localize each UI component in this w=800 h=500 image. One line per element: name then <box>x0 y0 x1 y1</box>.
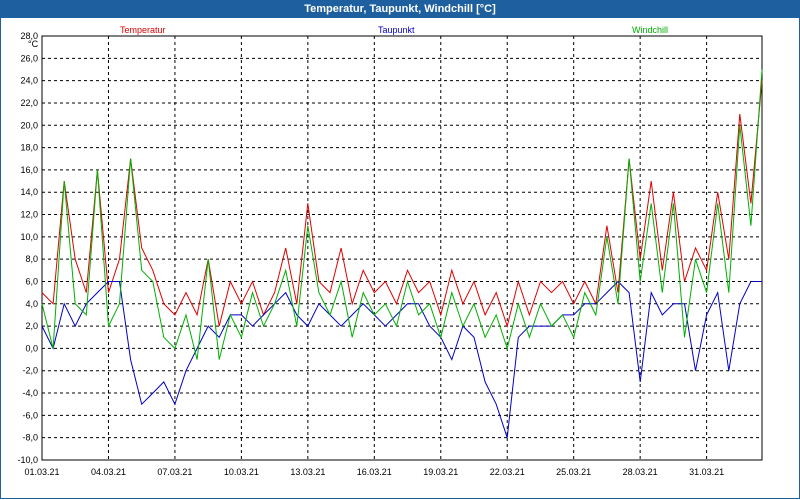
x-tick-label: 07.03.21 <box>157 467 192 477</box>
x-tick-label: 13.03.21 <box>290 467 325 477</box>
x-tick-label: 16.03.21 <box>357 467 392 477</box>
y-tick-label: 8,0 <box>25 254 38 264</box>
x-tick-label: 22.03.21 <box>490 467 525 477</box>
legend-windchill: Windchill <box>632 25 668 35</box>
x-tick-label: 01.03.21 <box>24 467 59 477</box>
y-tick-label: -8,0 <box>22 433 38 443</box>
y-tick-label: 0,0 <box>25 343 38 353</box>
y-tick-label: 4,0 <box>25 299 38 309</box>
y-tick-label: 6,0 <box>25 276 38 286</box>
x-tick-label: 04.03.21 <box>91 467 126 477</box>
y-tick-label: 28,0 <box>20 31 38 41</box>
line-chart: °C Temperatur Taupunkt Windchill 28,026,… <box>17 25 763 477</box>
y-tick-label: 20,0 <box>20 120 38 130</box>
y-tick-label: 16,0 <box>20 165 38 175</box>
x-tick-label: 10.03.21 <box>224 467 259 477</box>
y-tick-label: -2,0 <box>22 366 38 376</box>
series-line-temperatur <box>41 80 763 328</box>
y-tick-label: -10,0 <box>17 455 38 465</box>
axes: 28,0 26,0 24,0 22,0 20,0 18,0 16,0 14,0 12,0 10,0… <box>17 31 763 477</box>
y-tick-label: -4,0 <box>22 388 38 398</box>
chart-title-bar: Temperatur, Taupunkt, Windchill [°C] <box>0 0 800 18</box>
legend-taupunkt: Taupunkt <box>378 25 415 35</box>
y-tick-label: 26,0 <box>20 53 38 63</box>
x-tick-label: 31.03.21 <box>689 467 724 477</box>
x-tick-label: 25.03.21 <box>556 467 591 477</box>
chart-title: Temperatur, Taupunkt, Windchill [°C] <box>304 3 496 15</box>
x-tick-label: 28.03.21 <box>623 467 658 477</box>
y-tick-label: 24,0 <box>20 76 38 86</box>
y-tick-label: 12,0 <box>20 210 38 220</box>
y-tick-label: 22,0 <box>20 98 38 108</box>
series-lines <box>41 69 763 438</box>
y-tick-label: 10,0 <box>20 232 38 242</box>
y-tick-label: 14,0 <box>20 187 38 197</box>
x-tick-label: 19.03.21 <box>423 467 458 477</box>
y-tick-label: -6,0 <box>22 410 38 420</box>
y-tick-label: 18,0 <box>20 143 38 153</box>
y-tick-label: 2,0 <box>25 321 38 331</box>
legend-temperatur: Temperatur <box>120 25 166 35</box>
